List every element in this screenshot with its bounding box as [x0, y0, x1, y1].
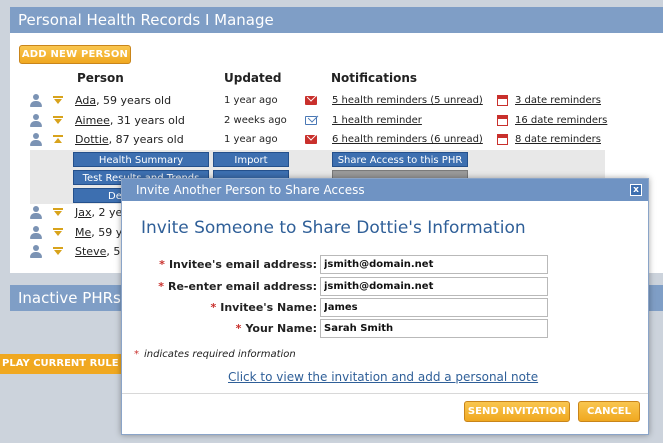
expand-arrow-icon[interactable]: [53, 116, 63, 126]
person-link[interactable]: Ada: [75, 94, 96, 107]
invitee-email-row: * Invitee's email address:: [122, 255, 650, 275]
person-link[interactable]: Jax: [75, 206, 92, 219]
person-row: Aimee, 31 years old 2 weeks ago 1 health…: [0, 112, 663, 132]
collapse-arrow-icon[interactable]: [53, 135, 63, 145]
person-link[interactable]: Steve: [75, 245, 106, 258]
person-icon: [30, 133, 42, 147]
reenter-email-row: * Re-enter email address:: [122, 277, 650, 297]
person-name: Dottie, 87 years old: [75, 133, 184, 146]
person-link[interactable]: Me: [75, 226, 91, 239]
notifications-link[interactable]: 6 health reminders (6 unread): [332, 134, 483, 145]
add-new-person-button[interactable]: ADD NEW PERSON: [19, 45, 131, 64]
notifications-link[interactable]: 1 health reminder: [332, 115, 422, 126]
updated-text: 1 year ago: [224, 134, 278, 145]
column-header-person: Person: [77, 71, 124, 85]
date-reminders-link[interactable]: 3 date reminders: [515, 95, 601, 106]
calendar-icon: [497, 115, 508, 126]
your-name-row: * Your Name:: [122, 319, 650, 339]
dialog-title-bar: Invite Another Person to Share Access x: [122, 179, 648, 201]
dialog-title: Invite Another Person to Share Access: [136, 183, 365, 197]
expand-arrow-icon[interactable]: [53, 247, 63, 257]
unread-mail-icon: [305, 96, 317, 105]
invitee-email-label: * Invitee's email address:: [159, 258, 317, 271]
person-row: Dottie, 87 years old 1 year ago 6 health…: [0, 131, 663, 151]
page-title: Personal Health Records I Manage: [10, 7, 663, 33]
expand-arrow-icon[interactable]: [53, 96, 63, 106]
invitee-name-field[interactable]: [320, 298, 548, 317]
updated-text: 1 year ago: [224, 95, 278, 106]
unread-mail-icon: [305, 135, 317, 144]
share-access-button[interactable]: Share Access to this PHR: [332, 152, 468, 167]
person-row: Ada, 59 years old 1 year ago 5 health re…: [0, 92, 663, 112]
date-reminders-link[interactable]: 8 date reminders: [515, 134, 601, 145]
column-header-notifications: Notifications: [331, 71, 418, 85]
required-note: * indicates required information: [134, 349, 296, 360]
expand-arrow-icon[interactable]: [53, 228, 63, 238]
close-icon[interactable]: x: [630, 184, 642, 196]
notifications-link[interactable]: 5 health reminders (5 unread): [332, 95, 483, 106]
person-icon: [30, 245, 42, 259]
invitee-name-label: * Invitee's Name:: [210, 301, 317, 314]
calendar-icon: [497, 95, 508, 106]
person-icon: [30, 114, 42, 128]
reenter-email-field[interactable]: [320, 277, 548, 296]
dialog-heading: Invite Someone to Share Dottie's Informa…: [141, 218, 526, 238]
your-name-label: * Your Name:: [235, 322, 317, 335]
expand-arrow-icon[interactable]: [53, 208, 63, 218]
view-invitation-link[interactable]: Click to view the invitation and add a p…: [228, 370, 538, 384]
updated-text: 2 weeks ago: [224, 115, 287, 126]
play-rule-button[interactable]: PLAY CURRENT RULE VAL: [0, 354, 125, 374]
import-button[interactable]: Import: [213, 152, 289, 167]
person-name: Aimee, 31 years old: [75, 114, 185, 127]
dialog-divider: [122, 393, 648, 394]
cancel-button[interactable]: CANCEL: [578, 401, 640, 422]
send-invitation-button[interactable]: SEND INVITATION: [464, 401, 570, 422]
your-name-field[interactable]: [320, 319, 548, 338]
person-link[interactable]: Dottie: [75, 133, 109, 146]
invitee-name-row: * Invitee's Name:: [122, 298, 650, 318]
person-icon: [30, 226, 42, 240]
person-icon: [30, 94, 42, 108]
date-reminders-link[interactable]: 16 date reminders: [515, 115, 607, 126]
person-icon: [30, 206, 42, 220]
invite-dialog: Invite Another Person to Share Access x …: [121, 178, 649, 435]
column-header-updated: Updated: [224, 71, 282, 85]
reenter-email-label: * Re-enter email address:: [158, 280, 317, 293]
person-name: Steve, 55: [75, 245, 128, 258]
person-link[interactable]: Aimee: [75, 114, 110, 127]
person-name: Jax, 2 ye: [75, 206, 123, 219]
person-name: Ada, 59 years old: [75, 94, 172, 107]
calendar-icon: [497, 134, 508, 145]
health-summary-button[interactable]: Health Summary: [73, 152, 209, 167]
invitee-email-field[interactable]: [320, 255, 548, 274]
read-mail-icon: [305, 116, 317, 125]
